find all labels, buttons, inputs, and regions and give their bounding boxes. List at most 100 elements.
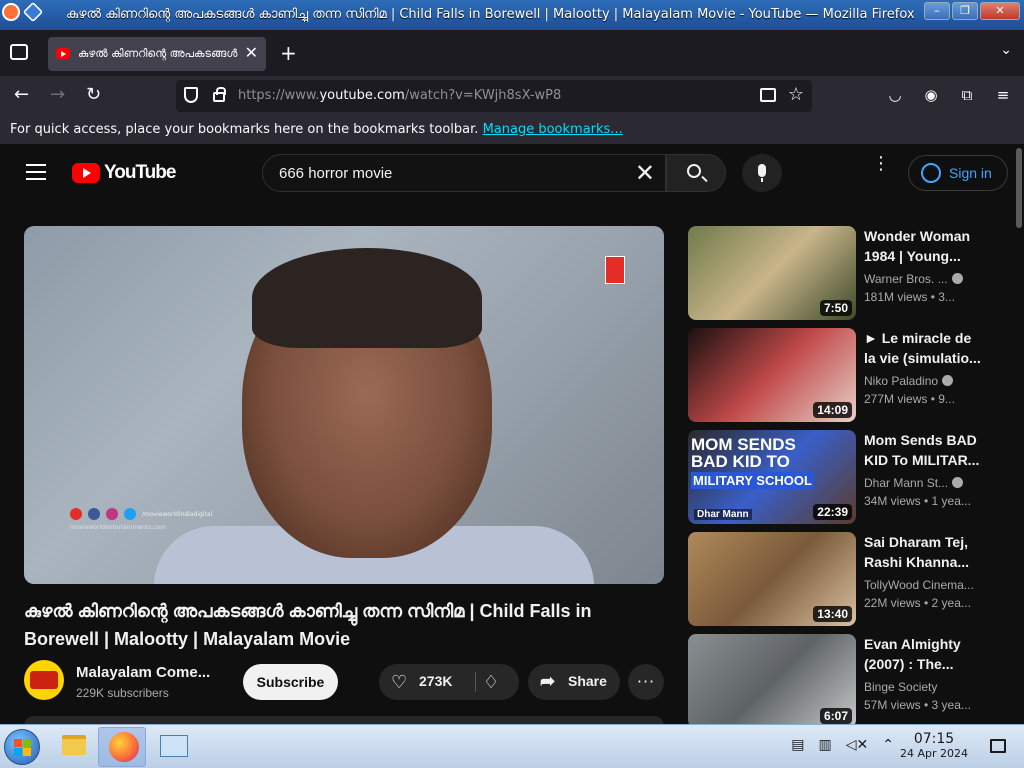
search-button[interactable] (666, 154, 726, 192)
menu-icon[interactable]: ≡ (994, 86, 1012, 104)
recommendation-card[interactable]: 7:50 Wonder Woman 1984 | Young... Warner B… (688, 226, 1008, 320)
bookmarks-hint-text: For quick access, place your bookmarks h… (10, 122, 479, 137)
recommendation-card[interactable]: MOM SENDS BAD KID TO MILITARY SCHOOL Dhar M… (688, 430, 1008, 524)
titlebar-icons (2, 1, 44, 23)
description-box[interactable] (24, 716, 664, 724)
recommendation-channel-name: Niko Paladino (864, 374, 939, 388)
recommendation-channel[interactable]: Dhar Mann St... (864, 476, 964, 490)
reload-button[interactable]: ↻ (86, 84, 101, 105)
recommendation-title[interactable]: Evan Almighty (2007) : The... (864, 634, 984, 674)
voice-search-button[interactable] (742, 154, 782, 192)
close-button[interactable]: ✕ (980, 2, 1020, 20)
start-button[interactable] (4, 729, 40, 765)
channel-avatar[interactable] (24, 660, 64, 700)
like-separator (475, 672, 476, 692)
share-button[interactable]: ➦ Share (528, 664, 620, 700)
url-text[interactable]: https://www.youtube.com/watch?v=KWjh8sX-… (238, 88, 561, 103)
recommendation-card[interactable]: 14:09 ► Le miracle de la vie (simulatio..… (688, 328, 1008, 422)
window-titlebar[interactable]: കുഴൽ കിണറിന്റെ അപകടങ്ങൾ കാണിച്ചു തന്ന സി… (0, 0, 1024, 30)
url-bar[interactable]: https://www.youtube.com/watch?v=KWjh8sX-… (176, 80, 812, 112)
firefox-taskbar-button[interactable] (98, 727, 146, 767)
maximize-button[interactable]: ❐ (952, 2, 978, 20)
minimize-button[interactable]: – (924, 2, 950, 20)
clock-date: 24 Apr 2024 (899, 747, 968, 760)
recommendation-meta: 277M views • 9... (864, 392, 955, 406)
like-dislike-bar: ♡ 273K ♢ (379, 664, 519, 700)
recommendation-channel[interactable]: Niko Paladino (864, 374, 954, 388)
channel-watermark-logo (605, 256, 625, 284)
recommendation-channel[interactable]: Warner Bros. ... (864, 272, 963, 286)
search-query: 666 horror movie (279, 165, 393, 182)
all-tabs-icon[interactable] (10, 44, 28, 60)
file-explorer-taskbar-button[interactable] (48, 727, 96, 767)
video-duration: 6:07 (819, 708, 852, 724)
youtube-logo[interactable]: YouTube (72, 162, 176, 184)
forward-button[interactable]: → (50, 84, 65, 105)
like-icon[interactable]: ♡ (391, 672, 407, 693)
video-duration: 22:39 (813, 504, 852, 520)
tab-close-icon[interactable]: ✕ (245, 43, 258, 62)
clipboard-icon[interactable]: ▤ (791, 737, 804, 753)
thumbnail-caption-line: BAD KID TO (691, 452, 790, 471)
bookmark-star-icon[interactable]: ☆ (788, 84, 804, 105)
recommendation-thumbnail[interactable]: 6:07 (688, 634, 856, 724)
verified-badge-icon (942, 375, 954, 386)
recommendation-meta: 181M views • 3... (864, 290, 955, 304)
channel-name[interactable]: Malayalam Come... (76, 664, 210, 681)
dislike-icon[interactable]: ♢ (483, 672, 499, 693)
picture-in-picture-icon[interactable] (760, 88, 776, 102)
subscriber-count: 229K subscribers (76, 686, 169, 700)
like-count[interactable]: 273K (419, 673, 452, 689)
search-input[interactable]: 666 horror movie ✕ (262, 154, 666, 192)
thumbnail-caption: MOM SENDS BAD KID TO MILITARY SCHOOL (691, 436, 814, 489)
extensions-icon[interactable]: ⧉ (958, 86, 976, 104)
guide-menu-icon[interactable] (26, 164, 46, 180)
recommendation-title[interactable]: Mom Sends BAD KID To MILITAR... (864, 430, 984, 470)
recommendation-card[interactable]: 13:40 Sai Dharam Tej, Rashi Khanna... Toll… (688, 532, 1008, 626)
youtube-small-icon (70, 508, 82, 520)
recommendation-channel[interactable]: Binge Society (864, 680, 937, 694)
video-duration: 7:50 (819, 300, 852, 316)
recommendation-title[interactable]: Sai Dharam Tej, Rashi Khanna... (864, 532, 984, 572)
video-duration: 13:40 (813, 606, 852, 622)
network-icon[interactable]: ▥ (819, 737, 832, 753)
recommendation-thumbnail[interactable]: 13:40 (688, 532, 856, 626)
manage-bookmarks-link[interactable]: Manage bookmarks... (483, 122, 623, 137)
page-scrollbar[interactable] (1016, 148, 1022, 228)
tracking-protection-shield-icon[interactable] (184, 87, 198, 103)
recommendation-title[interactable]: Wonder Woman 1984 | Young... (864, 226, 984, 266)
sign-in-button[interactable]: Sign in (908, 155, 1008, 191)
desktop: കുഴൽ കിണറിന്റെ അപകടങ്ങൾ കാണിച്ചു തന്ന സി… (0, 0, 1024, 768)
window-title: കുഴൽ കിണറിന്റെ അപകടങ്ങൾ കാണിച്ചു തന്ന സി… (66, 7, 915, 22)
recommendation-title[interactable]: ► Le miracle de la vie (simulatio... (864, 328, 984, 368)
control-panel-taskbar-button[interactable] (148, 727, 196, 767)
recommendation-channel[interactable]: TollyWood Cinema... (864, 578, 974, 592)
account-icon[interactable]: ◉ (922, 86, 940, 104)
show-desktop-icon[interactable] (990, 739, 1006, 753)
new-tab-button[interactable]: + (280, 41, 297, 65)
recommendation-thumbnail[interactable]: 7:50 (688, 226, 856, 320)
more-actions-button[interactable]: ··· (628, 664, 664, 700)
tab-youtube[interactable]: കുഴൽ കിണറിന്റെ അപകടങ്ങൾ ✕ (48, 37, 266, 71)
social-icons: /movieworldindiadigital (70, 508, 212, 520)
recommendation-thumbnail[interactable]: MOM SENDS BAD KID TO MILITARY SCHOOL Dhar M… (688, 430, 856, 524)
system-tray: ▤ ▥ ◁✕ ⌃ (791, 737, 894, 753)
volume-muted-icon[interactable]: ◁✕ (846, 737, 869, 753)
clock[interactable]: 07:15 24 Apr 2024 (900, 731, 968, 760)
website-watermark: movieworldentertainments.com (70, 524, 166, 531)
youtube-favicon-icon (56, 48, 70, 59)
back-button[interactable]: ← (14, 84, 29, 105)
video-player[interactable]: /movieworldindiadigital movieworldentert… (24, 226, 664, 584)
subscribe-button[interactable]: Subscribe (243, 664, 338, 700)
chevron-up-icon[interactable]: ⌃ (882, 737, 894, 753)
list-all-tabs-chevron-icon[interactable]: ⌄ (1000, 42, 1012, 58)
recommendation-thumbnail[interactable]: 14:09 (688, 328, 856, 422)
firefox-icon (2, 3, 20, 21)
lock-icon[interactable] (213, 87, 226, 102)
video-frame-hair (252, 248, 482, 348)
pocket-icon[interactable]: ◡ (886, 86, 904, 104)
settings-kebab-icon[interactable]: ⋮ (872, 155, 890, 173)
clear-search-icon[interactable]: ✕ (635, 159, 655, 187)
recommendation-card[interactable]: 6:07 Evan Almighty (2007) : The... Binge S… (688, 634, 1008, 724)
video-title: കുഴൽ കിണറിന്റെ അപകടങ്ങൾ കാണിച്ചു തന്ന സി… (24, 601, 592, 649)
